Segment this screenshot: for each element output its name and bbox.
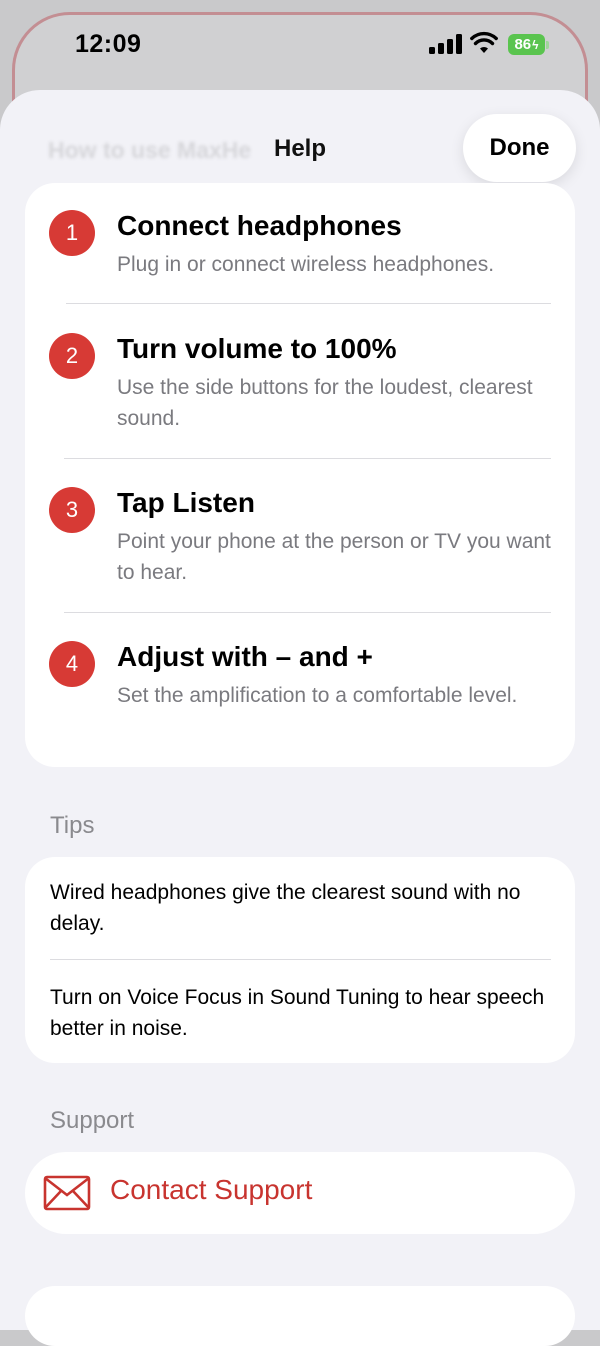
tip-item: Wired headphones give the clearest sound… (50, 881, 521, 935)
tips-card: Wired headphones give the clearest sound… (25, 857, 575, 1063)
cellular-signal-icon (429, 34, 463, 54)
step-title: Adjust with – and + (117, 641, 373, 672)
step-description: Point your phone at the person or TV you… (117, 530, 551, 584)
divider (66, 303, 551, 304)
support-header: Support (50, 1107, 135, 1134)
step-number-badge: 1 (49, 210, 95, 256)
step-description: Set the amplification to a comfortable l… (117, 684, 518, 707)
step-title: Connect headphones (117, 210, 402, 241)
wifi-icon (470, 31, 498, 53)
divider (50, 959, 551, 960)
mail-icon (43, 1175, 91, 1211)
step-description: Plug in or connect wireless headphones. (117, 253, 495, 276)
done-button[interactable]: Done (463, 114, 576, 182)
step-number-badge: 4 (49, 641, 95, 687)
status-time: 12:09 (75, 30, 142, 58)
step-number-badge: 3 (49, 487, 95, 533)
step-description: Use the side buttons for the loudest, cl… (117, 376, 533, 430)
battery-tip (546, 41, 549, 49)
tips-header: Tips (50, 812, 95, 839)
next-card (25, 1286, 575, 1346)
divider (64, 612, 551, 613)
step-title: Turn volume to 100% (117, 333, 397, 364)
contact-support-button[interactable]: Contact Support (25, 1152, 575, 1234)
contact-support-label: Contact Support (110, 1174, 313, 1205)
status-bar: 12:09 86 ϟ (0, 0, 600, 90)
step-title: Tap Listen (117, 487, 255, 518)
step-number-badge: 2 (49, 333, 95, 379)
divider (64, 458, 551, 459)
battery-level: 86 (514, 36, 532, 53)
battery-icon: 86 ϟ (508, 34, 545, 55)
steps-card: 1 Connect headphones Plug in or connect … (25, 183, 575, 767)
tip-item: Turn on Voice Focus in Sound Tuning to h… (50, 986, 545, 1040)
